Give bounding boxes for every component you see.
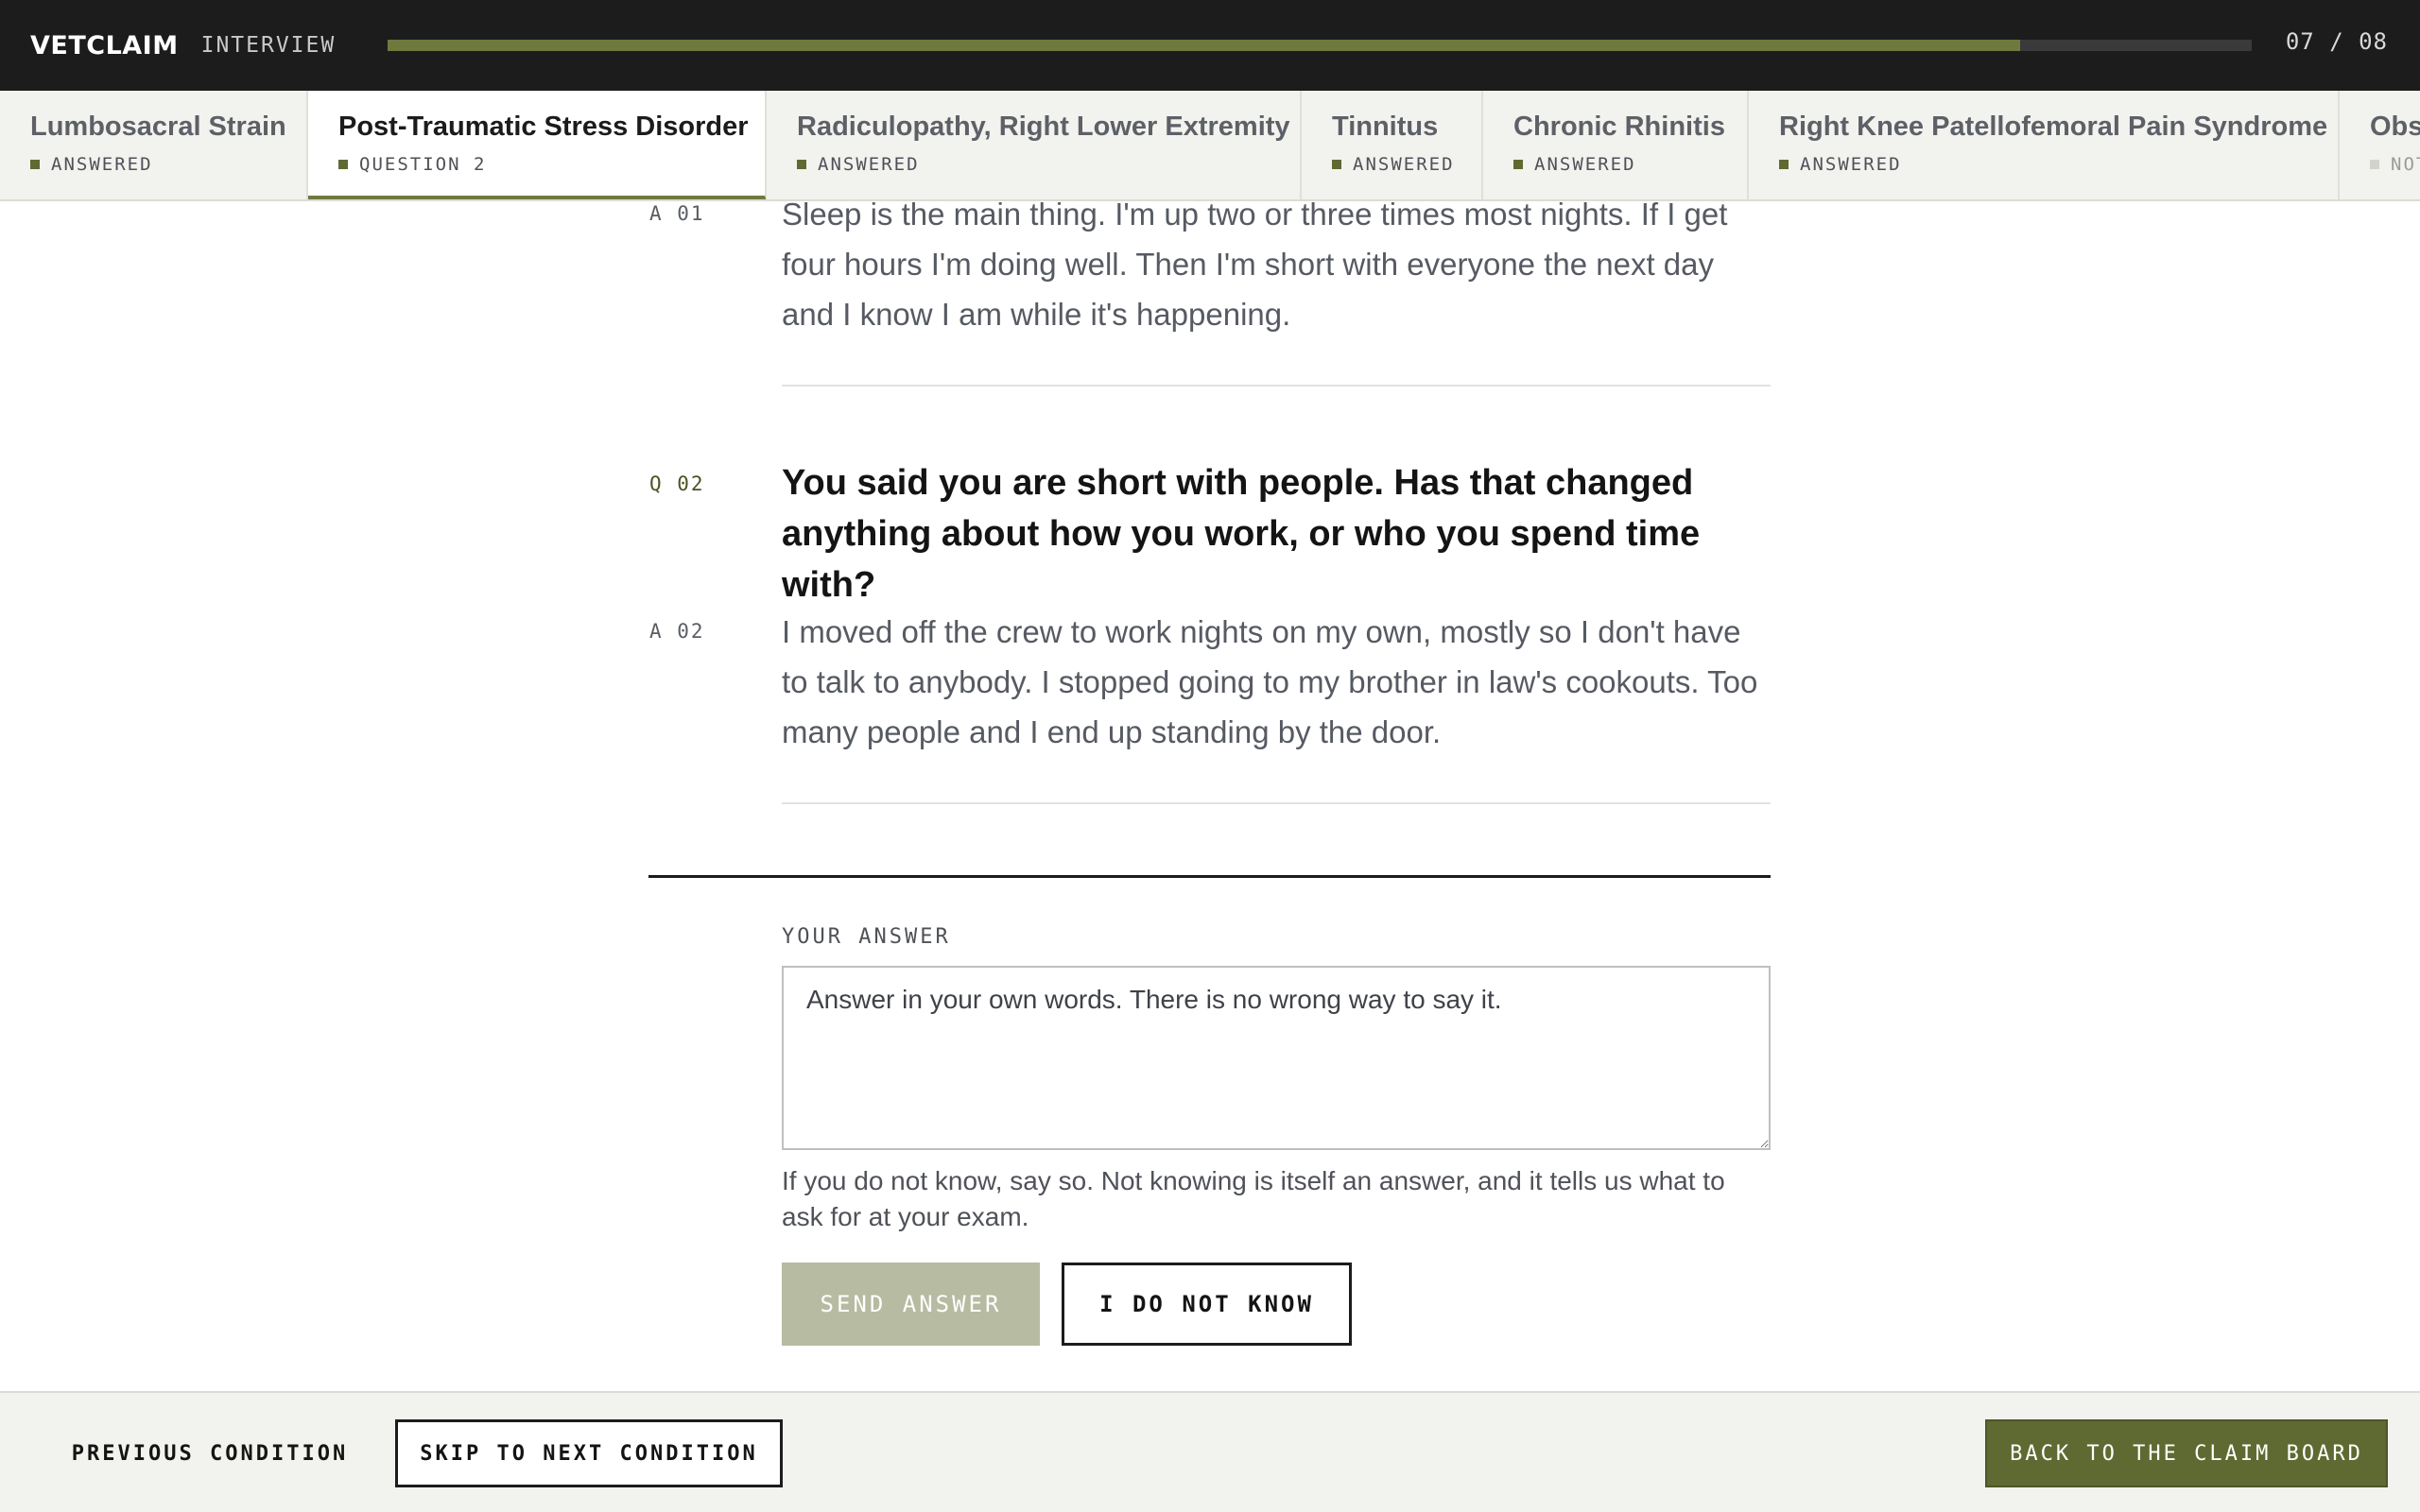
tab-right-knee[interactable]: Right Knee Patellofemoral Pain Syndrome … (1749, 91, 2340, 199)
progress-fill (388, 40, 2021, 51)
section-divider (648, 875, 1771, 878)
status-dot-icon (1513, 160, 1523, 169)
question-text: You said you are short with people. Has … (782, 463, 1701, 605)
skip-to-next-condition-button[interactable]: SKIP TO NEXT CONDITION (395, 1419, 783, 1487)
answer-input[interactable] (782, 966, 1771, 1150)
condition-counter: 07 / 08 (2285, 28, 2388, 55)
answer-label: A 02 (649, 620, 705, 643)
tab-status: ANSWERED (30, 154, 306, 175)
answer-hint: If you do not know, say so. Not knowing … (782, 1166, 1725, 1231)
previous-condition-button[interactable]: PREVIOUS CONDITION (49, 1419, 371, 1487)
tab-status: QUESTION 2 (338, 154, 765, 175)
status-dot-icon (338, 160, 348, 169)
tab-chronic-rhinitis[interactable]: Chronic Rhinitis ANSWERED (1483, 91, 1749, 199)
tab-ptsd[interactable]: Post-Traumatic Stress Disorder QUESTION … (308, 91, 767, 199)
footer-bar: PREVIOUS CONDITION SKIP TO NEXT CONDITIO… (0, 1391, 2420, 1512)
divider (782, 802, 1771, 804)
status-dot-icon (30, 160, 40, 169)
tab-title: Right Knee Patellofemoral Pain Syndrome (1779, 112, 2328, 142)
answer-text: Sleep is the main thing. I'm up two or t… (782, 197, 1728, 332)
brand-logo: VETCLAIM (30, 30, 179, 60)
status-dot-icon (2370, 160, 2379, 169)
tab-radiculopathy[interactable]: Radiculopathy, Right Lower Extremity ANS… (767, 91, 1302, 199)
tab-title: Tinnitus (1332, 112, 1439, 142)
tab-title: Lumbosacral Strain (30, 112, 286, 142)
tab-lumbosacral-strain[interactable]: Lumbosacral Strain ANSWERED (0, 91, 308, 199)
tab-tinnitus[interactable]: Tinnitus ANSWERED (1302, 91, 1483, 199)
back-to-claim-board-button[interactable]: BACK TO THE CLAIM BOARD (1985, 1419, 2388, 1487)
tab-title: Radiculopathy, Right Lower Extremity (797, 112, 1290, 142)
section-title: INTERVIEW (200, 33, 337, 58)
tab-status: ANSWERED (1779, 154, 2338, 175)
tab-status: ANSWERED (1332, 154, 1481, 175)
tab-title: Chronic Rhinitis (1513, 112, 1725, 142)
status-dot-icon (1779, 160, 1789, 169)
progress-bar (388, 40, 2252, 51)
answer-text: I moved off the crew to work nights on m… (782, 614, 1758, 749)
tab-status: NOT (2370, 154, 2420, 175)
send-answer-button[interactable]: SEND ANSWER (782, 1263, 1040, 1346)
answer-label: A 01 (649, 202, 705, 225)
tab-status: ANSWERED (797, 154, 1300, 175)
top-bar: VETCLAIM INTERVIEW 07 / 08 (0, 0, 2420, 91)
status-dot-icon (797, 160, 806, 169)
tab-title: Obs (2370, 112, 2420, 142)
condition-tabs: Lumbosacral Strain ANSWERED Post-Traumat… (0, 91, 2420, 201)
tab-status: ANSWERED (1513, 154, 1747, 175)
status-dot-icon (1332, 160, 1341, 169)
tab-obs[interactable]: Obs NOT (2340, 91, 2420, 199)
question-label: Q 02 (649, 472, 705, 495)
your-answer-label: YOUR ANSWER (782, 925, 951, 949)
divider (782, 385, 1771, 387)
i-do-not-know-button[interactable]: I DO NOT KNOW (1062, 1263, 1352, 1346)
tab-title: Post-Traumatic Stress Disorder (338, 112, 749, 142)
